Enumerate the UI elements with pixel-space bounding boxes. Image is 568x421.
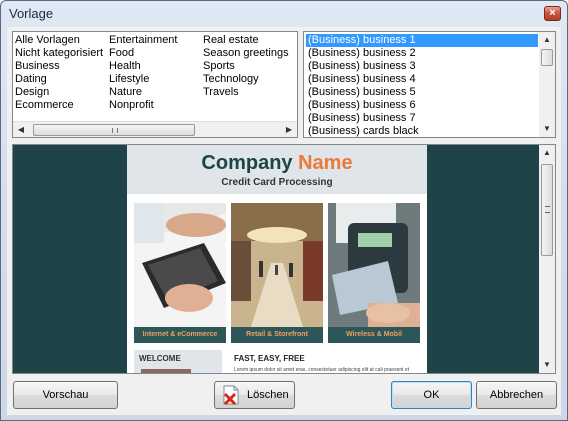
- delete-document-icon: [223, 385, 239, 405]
- category-item[interactable]: Nonprofit: [109, 99, 177, 112]
- ok-button[interactable]: OK: [391, 381, 472, 409]
- template-dialog: Vorlage × Alle Vorlagen Nicht kategorisi…: [0, 0, 568, 421]
- company-name: Company Name: [127, 152, 427, 175]
- caption-wireless: Wireless & Mobil: [346, 331, 402, 338]
- company-first: Company: [201, 152, 293, 174]
- delete-label: Löschen: [247, 389, 289, 401]
- preview-photo-retail: Retail & Storefront: [231, 203, 323, 343]
- category-column-2: Entertainment Food Health Lifestyle Natu…: [109, 34, 177, 112]
- scroll-down-icon[interactable]: ▼: [539, 357, 555, 373]
- scroll-up-icon[interactable]: ▲: [539, 145, 555, 161]
- welcome-photo: [141, 369, 191, 373]
- lorem-text: Lorem ipsum dolor sit amet eras, consect…: [234, 367, 410, 373]
- category-item[interactable]: Food: [109, 47, 177, 60]
- scroll-left-icon[interactable]: ◀: [13, 122, 29, 137]
- vscroll-thumb[interactable]: [541, 49, 553, 66]
- laptop-image: [134, 203, 226, 327]
- category-item[interactable]: Season greetings: [203, 47, 289, 60]
- preview-subtitle: Credit Card Processing: [221, 177, 333, 188]
- welcome-heading: WELCOME: [139, 354, 181, 363]
- dialog-body: Alle Vorlagen Nicht kategorisiert Busine…: [7, 27, 561, 415]
- caption-retail: Retail & Storefront: [246, 331, 308, 338]
- category-item[interactable]: Sports: [203, 60, 289, 73]
- template-vscrollbar[interactable]: ▲ ▼: [539, 32, 555, 137]
- category-item[interactable]: Real estate: [203, 34, 289, 47]
- category-item[interactable]: Ecommerce: [15, 99, 103, 112]
- category-item[interactable]: Alle Vorlagen: [15, 34, 103, 47]
- cancel-button[interactable]: Abbrechen: [476, 381, 557, 409]
- template-item[interactable]: (Business) cards black: [306, 125, 538, 137]
- grip-icon: [112, 128, 118, 133]
- preview-button[interactable]: Vorschau: [13, 381, 118, 409]
- preview-header: Company Name Credit Card Processing: [127, 145, 427, 194]
- category-item[interactable]: Business: [15, 60, 103, 73]
- template-preview: Company Name Credit Card Processing Inte…: [12, 144, 556, 374]
- category-list[interactable]: Alle Vorlagen Nicht kategorisiert Busine…: [12, 31, 298, 138]
- category-item[interactable]: Design: [15, 86, 103, 99]
- hscroll-thumb[interactable]: [33, 124, 195, 136]
- template-item-selected[interactable]: (Business) business 1: [306, 34, 538, 47]
- category-item[interactable]: Nature: [109, 86, 177, 99]
- template-item[interactable]: (Business) business 5: [306, 86, 538, 99]
- delete-button[interactable]: Löschen: [214, 381, 295, 409]
- category-item[interactable]: Travels: [203, 86, 289, 99]
- template-item[interactable]: (Business) business 6: [306, 99, 538, 112]
- category-item[interactable]: Health: [109, 60, 177, 73]
- category-column-3: Real estate Season greetings Sports Tech…: [203, 34, 289, 99]
- preview-photo-laptop: Internet & eCommerce: [134, 203, 226, 343]
- scroll-up-icon[interactable]: ▲: [539, 32, 555, 48]
- category-item[interactable]: Nicht kategorisiert: [15, 47, 103, 60]
- scroll-down-icon[interactable]: ▼: [539, 121, 555, 137]
- template-item[interactable]: (Business) business 2: [306, 47, 538, 60]
- fast-heading: FAST, EASY, FREE: [234, 354, 305, 363]
- category-item[interactable]: Lifestyle: [109, 73, 177, 86]
- template-item[interactable]: (Business) business 3: [306, 60, 538, 73]
- category-hscrollbar[interactable]: ◀ ▶: [13, 121, 297, 137]
- category-item[interactable]: Dating: [15, 73, 103, 86]
- template-list[interactable]: (Business) business 1 (Business) busines…: [303, 31, 556, 138]
- category-item[interactable]: Entertainment: [109, 34, 177, 47]
- card-terminal-image: [328, 203, 420, 327]
- close-button[interactable]: ×: [544, 6, 561, 21]
- welcome-section: WELCOME: [134, 350, 222, 373]
- company-second: Name: [298, 152, 353, 174]
- mall-image: [231, 203, 323, 327]
- category-column-1: Alle Vorlagen Nicht kategorisiert Busine…: [15, 34, 103, 112]
- template-item[interactable]: (Business) business 4: [306, 73, 538, 86]
- grip-icon: [545, 206, 550, 213]
- vscroll-thumb[interactable]: [541, 164, 553, 256]
- category-item[interactable]: Technology: [203, 73, 289, 86]
- scroll-right-icon[interactable]: ▶: [281, 122, 297, 137]
- preview-photo-wireless: Wireless & Mobil: [328, 203, 420, 343]
- window-title: Vorlage: [9, 6, 54, 21]
- template-items: (Business) business 1 (Business) busines…: [306, 34, 538, 137]
- preview-vscrollbar[interactable]: ▲ ▼: [539, 145, 555, 373]
- template-item[interactable]: (Business) business 7: [306, 112, 538, 125]
- title-bar[interactable]: Vorlage ×: [1, 1, 567, 27]
- preview-page: Company Name Credit Card Processing Inte…: [127, 145, 427, 373]
- caption-internet: Internet & eCommerce: [142, 331, 218, 338]
